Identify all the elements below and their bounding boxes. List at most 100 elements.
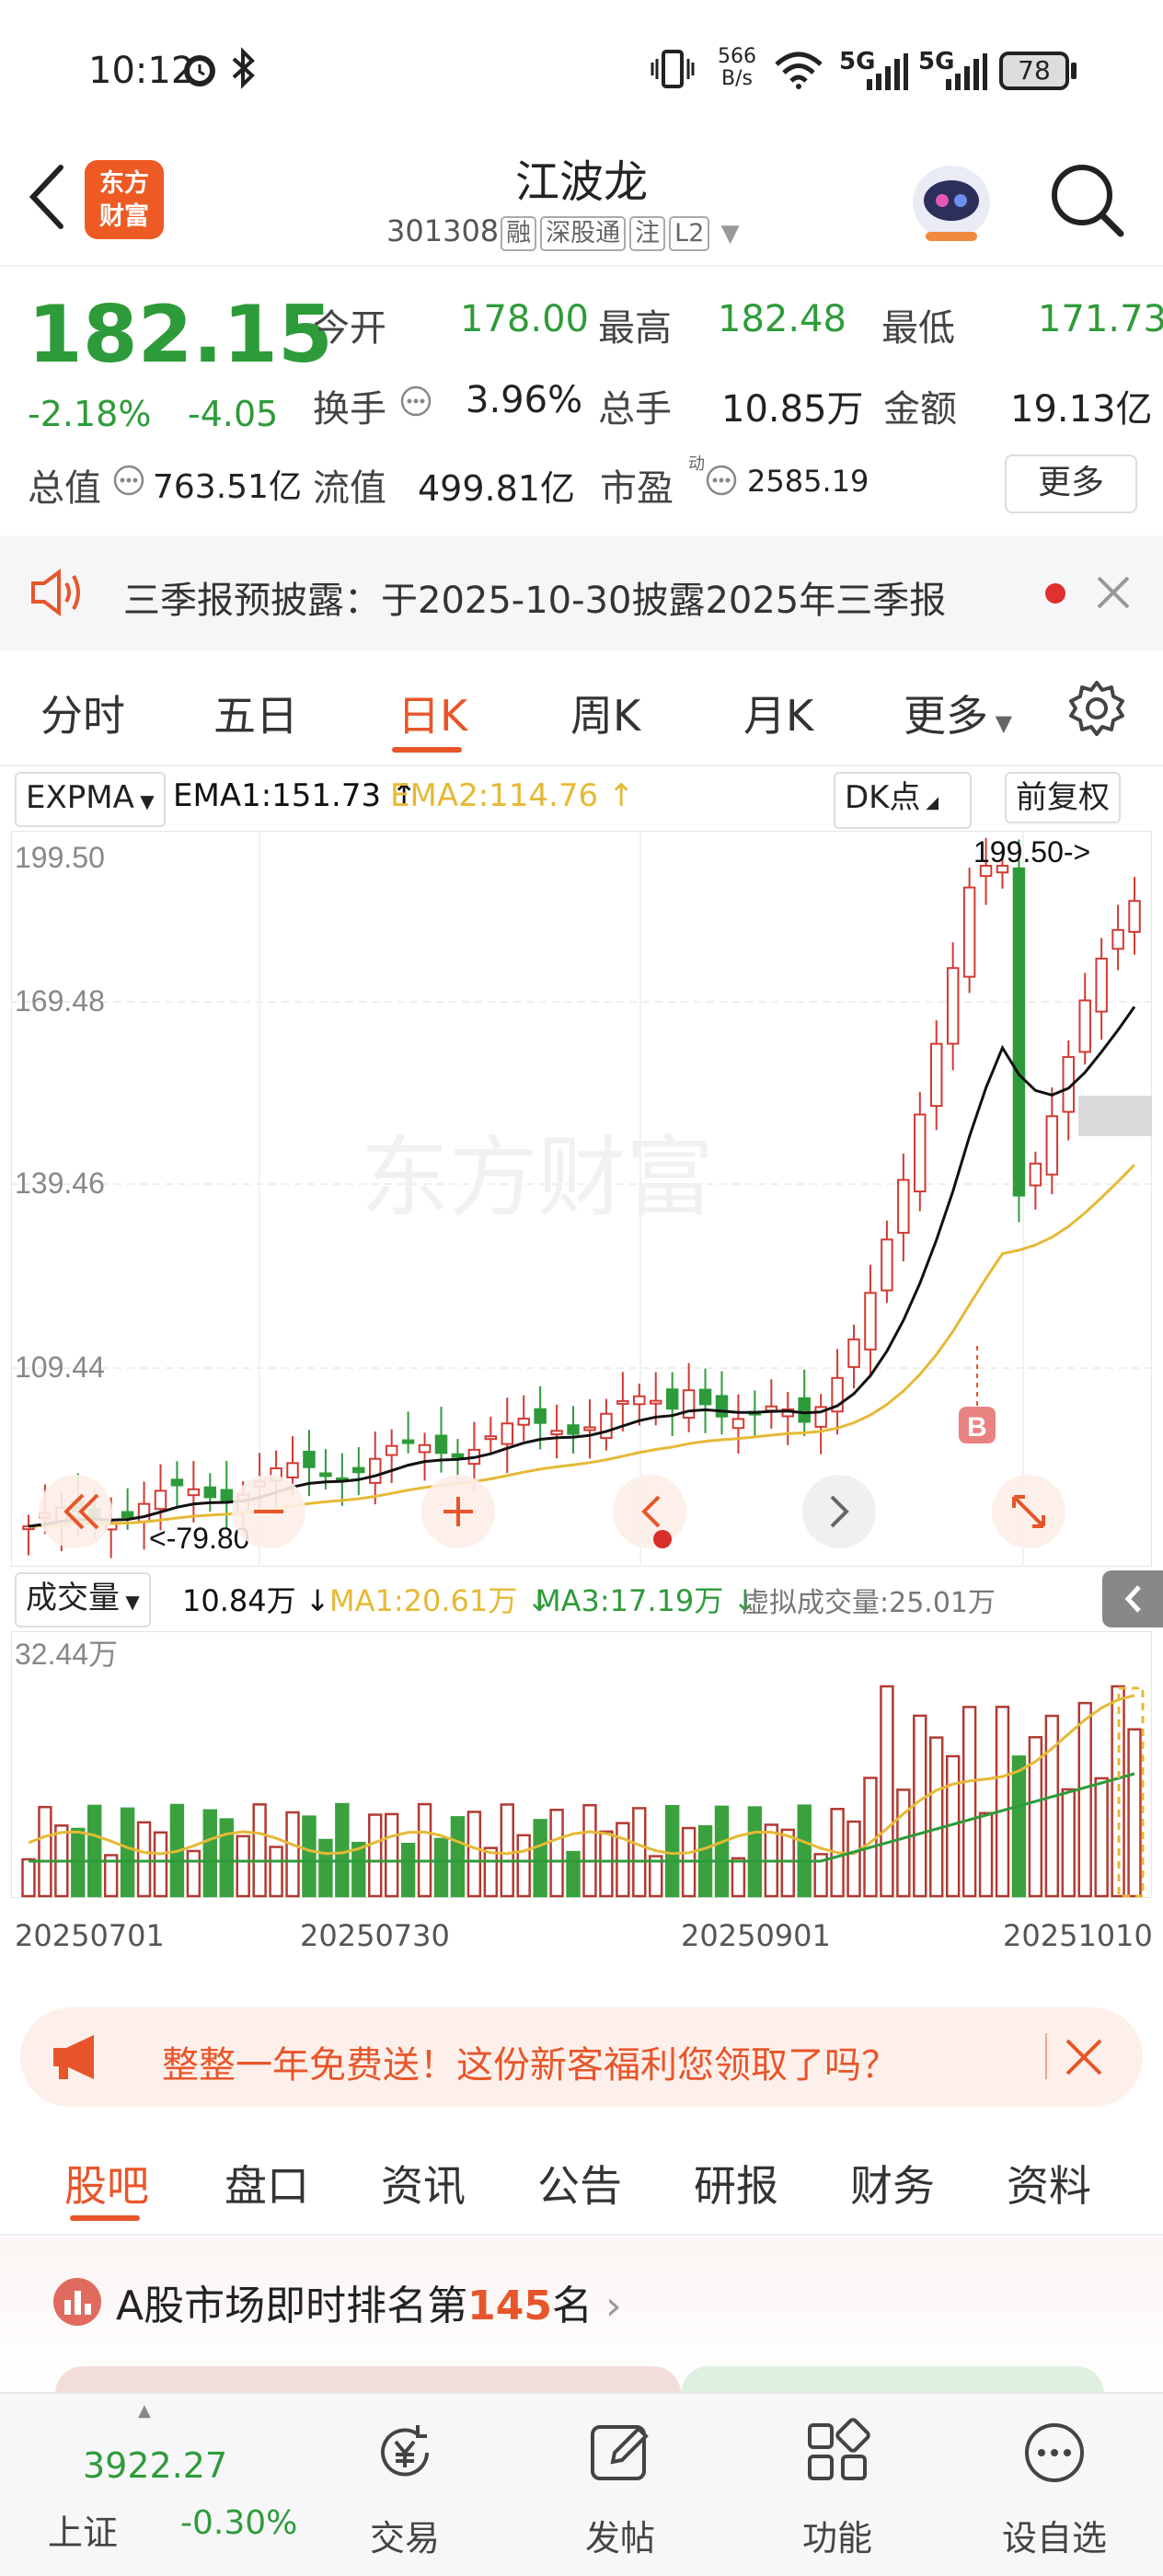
index-quote[interactable]: ▲ 3922.27 上证 -0.30% bbox=[0, 2394, 297, 2576]
candle-body bbox=[616, 1399, 629, 1405]
tab-announcements[interactable]: 公告 bbox=[537, 2153, 622, 2214]
volume-bar bbox=[236, 1834, 250, 1898]
close-icon[interactable] bbox=[1095, 574, 1132, 615]
candle-body bbox=[501, 1422, 514, 1445]
last-price: 182.15 bbox=[28, 289, 333, 381]
vibrate-icon bbox=[650, 48, 696, 99]
notice-banner[interactable]: 三季报预披露：于2025-10-30披露2025年三季报 bbox=[0, 535, 1163, 650]
notice-text: 三季报预披露：于2025-10-30披露2025年三季报 bbox=[123, 580, 947, 622]
tab-monthly-k[interactable]: 月K bbox=[743, 683, 813, 743]
adjust-button[interactable]: 前复权 bbox=[1005, 772, 1121, 823]
nav-post[interactable]: 发帖 bbox=[519, 2394, 721, 2576]
dk-point-selector[interactable]: DK点 ◢ bbox=[834, 772, 972, 829]
robot-avatar-icon[interactable] bbox=[907, 155, 996, 250]
rank-bar-left bbox=[55, 2366, 681, 2394]
volume-bar bbox=[780, 1828, 795, 1898]
info-dots-icon[interactable] bbox=[112, 464, 145, 500]
gear-icon[interactable] bbox=[1067, 679, 1126, 742]
tab-intraday[interactable]: 分时 bbox=[40, 683, 125, 743]
volume-bar bbox=[450, 1816, 466, 1898]
open-value: 178.00 bbox=[460, 298, 589, 340]
candle-body bbox=[798, 1397, 811, 1423]
volume-bar bbox=[1044, 1714, 1060, 1898]
nav-watchlist[interactable]: 设自选 bbox=[953, 2394, 1156, 2576]
candle-body bbox=[847, 1338, 860, 1368]
tab-financials[interactable]: 财务 bbox=[850, 2153, 935, 2214]
indicator-selector[interactable]: EXPMA ▼ bbox=[15, 772, 166, 827]
volume-bar bbox=[1011, 1755, 1027, 1898]
volume-bar bbox=[302, 1815, 317, 1898]
candle-body bbox=[914, 1113, 927, 1193]
stock-code-row: 301308 融深股通注 L2 ▼ bbox=[386, 213, 810, 251]
candle-body bbox=[534, 1408, 547, 1424]
turnover-label: 换手 bbox=[313, 388, 386, 431]
prev-icon[interactable] bbox=[613, 1475, 686, 1548]
info-dots-icon[interactable] bbox=[399, 385, 432, 421]
volume-bar bbox=[466, 1811, 482, 1898]
candle-body bbox=[137, 1502, 151, 1523]
tab-five-day[interactable]: 五日 bbox=[213, 683, 298, 743]
y-label-2: 169.48 bbox=[15, 984, 105, 1018]
candle-body bbox=[1095, 957, 1108, 1013]
subtab-underline bbox=[70, 2215, 140, 2221]
promo-banner[interactable]: 整整一年免费送！这份新客福利您领取了吗？ bbox=[20, 2007, 1143, 2107]
unread-dot bbox=[1045, 583, 1065, 604]
nav-functions-label: 功能 bbox=[801, 2518, 872, 2559]
volume-label: 总手 bbox=[598, 388, 672, 431]
volume-bar bbox=[880, 1685, 894, 1898]
ema2-value: EMA2:114.76 ↑ bbox=[390, 777, 635, 814]
candle-body bbox=[434, 1434, 448, 1455]
candle-body bbox=[633, 1395, 646, 1406]
volume-bar bbox=[21, 1857, 36, 1898]
tab-weekly-k[interactable]: 周K bbox=[570, 683, 640, 743]
tab-research[interactable]: 研报 bbox=[694, 2153, 778, 2214]
candle-body bbox=[303, 1450, 316, 1468]
tab-daily-k[interactable]: 日K bbox=[397, 683, 467, 743]
next-icon[interactable] bbox=[802, 1475, 876, 1548]
tag-level2: L2 bbox=[669, 216, 710, 251]
mktcap-value: 763.51亿 bbox=[153, 468, 302, 506]
more-button[interactable]: 更多 bbox=[1005, 454, 1137, 513]
tab-forum[interactable]: 股吧 bbox=[64, 2153, 149, 2214]
volume-bar bbox=[1094, 1777, 1109, 1898]
amount-value: 19.13亿 bbox=[1010, 388, 1153, 431]
tab-more[interactable]: 更多 ▼ bbox=[904, 683, 1012, 743]
volume-bar bbox=[533, 1819, 547, 1898]
info-dots-icon[interactable] bbox=[705, 464, 738, 500]
nav-trade[interactable]: 交易 bbox=[304, 2394, 506, 2576]
candle-body bbox=[1111, 928, 1124, 950]
bluetooth-icon bbox=[230, 46, 258, 100]
pe-superscript: 动 bbox=[688, 454, 705, 474]
promo-text: 整整一年免费送！这份新客福利您领取了吗？ bbox=[162, 2044, 898, 2087]
volume-bar bbox=[599, 1830, 614, 1898]
scroll-left-fast-icon[interactable] bbox=[39, 1475, 112, 1548]
search-icon[interactable] bbox=[1047, 160, 1126, 243]
candle-body bbox=[187, 1488, 201, 1497]
rank-section[interactable]: A股市场即时排名第145名 › bbox=[0, 2237, 1163, 2394]
tab-orderbook[interactable]: 盘口 bbox=[225, 2153, 309, 2214]
volume-bar bbox=[433, 1837, 449, 1898]
volume-y-max: 32.44万 bbox=[15, 1638, 118, 1671]
volume-bar bbox=[961, 1706, 977, 1898]
tab-profile[interactable]: 资料 bbox=[1007, 2153, 1091, 2214]
grid-icon bbox=[802, 2418, 872, 2491]
battery-tip bbox=[1071, 63, 1077, 79]
volume-bar bbox=[664, 1804, 680, 1898]
candle-body bbox=[1029, 1162, 1042, 1187]
volume-svg: 32.44万 bbox=[10, 1630, 1153, 1899]
collapse-panel-icon[interactable] bbox=[1102, 1570, 1163, 1627]
amount-label: 金额 bbox=[883, 388, 957, 431]
position-dot bbox=[653, 1530, 672, 1548]
candle-body bbox=[154, 1489, 167, 1511]
kline-chart[interactable]: 东方财富 199.50 169.48 139.46 109.44 199.50-… bbox=[10, 830, 1153, 1568]
dropdown-icon[interactable]: ▼ bbox=[721, 220, 740, 247]
stock-code: 301308 bbox=[386, 213, 500, 248]
candle-body bbox=[649, 1399, 662, 1405]
candle-body bbox=[864, 1292, 877, 1351]
indicator-bar: EXPMA ▼ EMA1:151.73 ↑ EMA2:114.76 ↑ DK点 … bbox=[0, 766, 1163, 831]
tab-news[interactable]: 资讯 bbox=[381, 2153, 466, 2214]
close-icon[interactable] bbox=[1064, 2037, 1104, 2081]
volume-selector[interactable]: 成交量 ▼ bbox=[15, 1572, 151, 1627]
nav-functions[interactable]: 功能 bbox=[736, 2394, 938, 2576]
candle-body bbox=[220, 1489, 234, 1502]
